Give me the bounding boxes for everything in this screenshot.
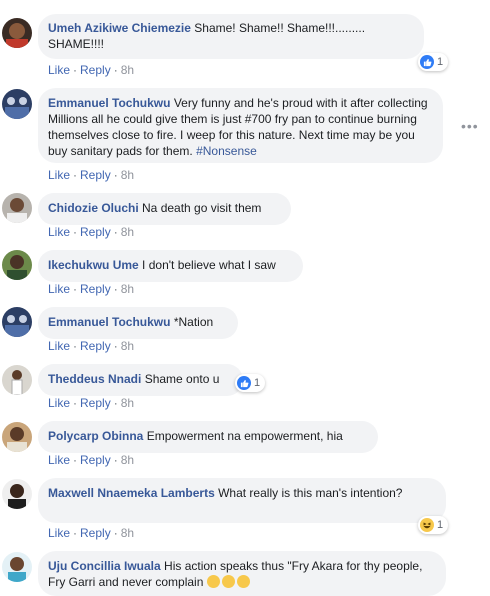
comment-author[interactable]: Chidozie Oluchi bbox=[48, 201, 139, 215]
reaction-count: 1 bbox=[254, 377, 261, 389]
timestamp[interactable]: 8h bbox=[121, 526, 134, 540]
comment-bubble: Ikechukwu Ume I don't believe what I saw bbox=[38, 250, 303, 282]
comment-bubble: Theddeus Nnadi Shame onto u bbox=[38, 364, 243, 396]
comment-author[interactable]: Maxwell Nnaemeka Lamberts bbox=[48, 486, 215, 500]
comment-author[interactable]: Polycarp Obinna bbox=[48, 429, 143, 443]
comment-author[interactable]: Theddeus Nnadi bbox=[48, 372, 141, 386]
timestamp[interactable]: 8h bbox=[121, 396, 134, 410]
reaction-summary[interactable]: 1 bbox=[418, 53, 449, 71]
comment-actions: Like · Reply · 8h bbox=[48, 453, 135, 467]
comment-actions: Like · Reply · 8h bbox=[48, 168, 135, 182]
comment-author[interactable]: Umeh Azikiwe Chiemezie bbox=[48, 21, 191, 35]
like-link[interactable]: Like bbox=[48, 63, 70, 77]
timestamp[interactable]: 8h bbox=[121, 339, 134, 353]
comment-bubble: Chidozie Oluchi Na death go visit them bbox=[38, 193, 291, 225]
grinning-squinting-face-emoji bbox=[236, 575, 250, 588]
reply-link[interactable]: Reply bbox=[80, 63, 111, 77]
like-link[interactable]: Like bbox=[48, 396, 70, 410]
like-link[interactable]: Like bbox=[48, 526, 70, 540]
comment-bubble: Emmanuel Tochukwu *Nation bbox=[38, 307, 238, 339]
like-link[interactable]: Like bbox=[48, 339, 70, 353]
avatar[interactable] bbox=[2, 307, 32, 337]
like-reaction-icon bbox=[237, 376, 251, 390]
timestamp[interactable]: 8h bbox=[121, 225, 134, 239]
like-link[interactable]: Like bbox=[48, 282, 70, 296]
reaction-summary[interactable]: 1 bbox=[235, 374, 266, 392]
timestamp[interactable]: 8h bbox=[121, 282, 134, 296]
reply-link[interactable]: Reply bbox=[80, 225, 111, 239]
comment-text: What really is this man's intention? bbox=[218, 486, 403, 500]
reply-link[interactable]: Reply bbox=[80, 526, 111, 540]
comment-author[interactable]: Uju Concillia Iwuala bbox=[48, 559, 161, 573]
like-link[interactable]: Like bbox=[48, 225, 70, 239]
comment-text: *Nation bbox=[173, 315, 214, 329]
avatar[interactable] bbox=[2, 18, 32, 48]
reaction-summary[interactable]: 1 bbox=[418, 516, 449, 534]
comment-author[interactable]: Ikechukwu Ume bbox=[48, 258, 139, 272]
comment-actions: Like · Reply · 8h bbox=[48, 339, 135, 353]
comment-actions: Like · Reply · 8h bbox=[48, 526, 135, 540]
like-link[interactable]: Like bbox=[48, 453, 70, 467]
comment-bubble: Umeh Azikiwe Chiemezie Shame! Shame!! Sh… bbox=[38, 14, 424, 59]
hashtag-link[interactable]: #Nonsense bbox=[196, 144, 257, 158]
comment-bubble: Polycarp Obinna Empowerment na empowerme… bbox=[38, 421, 378, 453]
comment-bubble: Uju Concillia Iwuala His action speaks t… bbox=[38, 551, 446, 596]
comment-actions: Like · Reply · 8h bbox=[48, 282, 135, 296]
reply-link[interactable]: Reply bbox=[80, 168, 111, 182]
avatar[interactable] bbox=[2, 552, 32, 582]
timestamp[interactable]: 8h bbox=[121, 168, 134, 182]
like-reaction-icon bbox=[420, 55, 434, 69]
comment-author[interactable]: Emmanuel Tochukwu bbox=[48, 96, 170, 110]
comment-text: Empowerment na empowerment, hia bbox=[146, 429, 343, 443]
like-link[interactable]: Like bbox=[48, 168, 70, 182]
more-options-icon[interactable]: ••• bbox=[461, 118, 479, 134]
grinning-squinting-face-emoji bbox=[221, 575, 235, 588]
comment-actions: Like · Reply · 8h bbox=[48, 63, 135, 77]
comment-text: I don't believe what I saw bbox=[142, 258, 276, 272]
avatar[interactable] bbox=[2, 89, 32, 119]
haha-reaction-icon bbox=[420, 518, 434, 532]
comment-author[interactable]: Emmanuel Tochukwu bbox=[48, 315, 170, 329]
grinning-squinting-face-emoji bbox=[206, 575, 220, 588]
reply-link[interactable]: Reply bbox=[80, 282, 111, 296]
comment-text: Na death go visit them bbox=[142, 201, 262, 215]
timestamp[interactable]: 8h bbox=[121, 63, 134, 77]
avatar[interactable] bbox=[2, 479, 32, 509]
avatar[interactable] bbox=[2, 193, 32, 223]
comment-bubble: Maxwell Nnaemeka Lamberts What really is… bbox=[38, 478, 446, 523]
comment-actions: Like · Reply · 8h bbox=[48, 225, 135, 239]
comment-actions: Like · Reply · 8h bbox=[48, 396, 135, 410]
reply-link[interactable]: Reply bbox=[80, 339, 111, 353]
avatar[interactable] bbox=[2, 365, 32, 395]
comment-text: Shame onto u bbox=[144, 372, 220, 386]
reaction-count: 1 bbox=[437, 519, 444, 531]
reaction-count: 1 bbox=[437, 56, 444, 68]
avatar[interactable] bbox=[2, 250, 32, 280]
timestamp[interactable]: 8h bbox=[121, 453, 134, 467]
comment-bubble: Emmanuel Tochukwu Very funny and he's pr… bbox=[38, 88, 443, 163]
reply-link[interactable]: Reply bbox=[80, 453, 111, 467]
reply-link[interactable]: Reply bbox=[80, 396, 111, 410]
avatar[interactable] bbox=[2, 422, 32, 452]
